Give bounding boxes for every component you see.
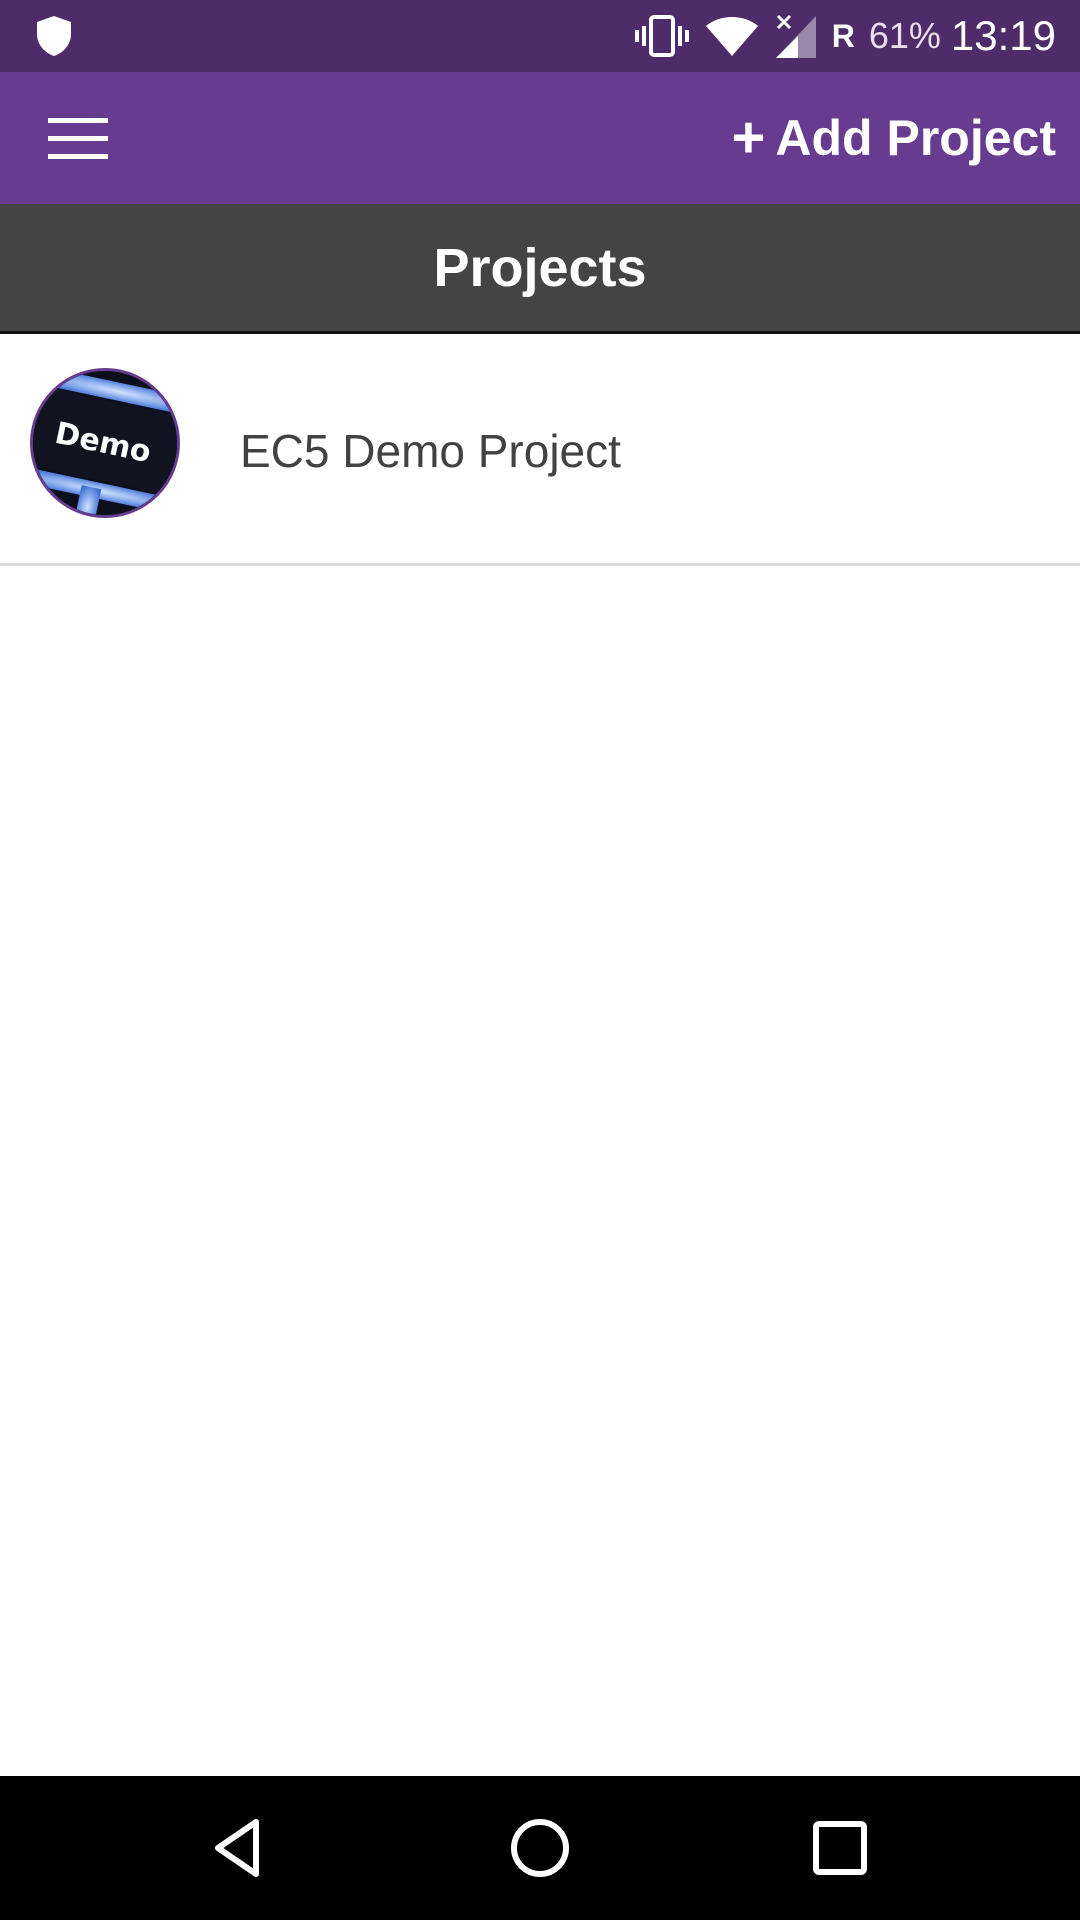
plus-icon: + (731, 105, 766, 170)
shield-icon (37, 16, 71, 56)
project-name: EC5 Demo Project (240, 425, 621, 477)
wifi-icon (705, 17, 758, 56)
projects-header: Projects (0, 204, 1080, 334)
signal-icon (775, 14, 816, 58)
add-project-label: Add Project (775, 110, 1056, 166)
project-list: Demo EC5 Demo Project (0, 336, 1080, 566)
clock: 13:19 (950, 12, 1056, 59)
page-title: Projects (433, 237, 647, 298)
list-item[interactable]: Demo EC5 Demo Project (0, 336, 1080, 566)
add-project-button[interactable]: + Add Project (732, 72, 1056, 204)
roaming-indicator: R (831, 17, 855, 54)
vibrate-icon (634, 15, 689, 57)
navigation-bar (0, 1776, 1080, 1920)
hamburger-menu-icon[interactable] (40, 110, 110, 166)
back-icon[interactable] (204, 1812, 276, 1884)
recents-icon[interactable] (804, 1812, 876, 1884)
battery-percent: 61% (868, 15, 941, 56)
home-icon[interactable] (504, 1812, 576, 1884)
status-bar: R 61% 13:19 (0, 0, 1080, 72)
project-logo: Demo (30, 368, 180, 518)
app-bar: + Add Project (0, 72, 1080, 204)
